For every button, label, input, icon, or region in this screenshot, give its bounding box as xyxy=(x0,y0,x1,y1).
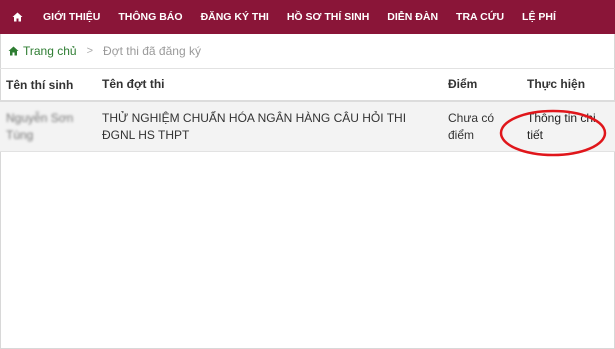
header-action: Thực hiện xyxy=(527,77,586,91)
nav-ho-so-thi-sinh[interactable]: HỒ SƠ THÍ SINH xyxy=(278,0,378,34)
breadcrumb: Trang chủ > Đợt thi đã đăng ký xyxy=(0,34,615,68)
exam-name: THỬ NGHIỆM CHUẨN HÓA NGÂN HÀNG CÂU HỎI T… xyxy=(102,110,407,142)
table-row: Nguyễn Sơn Tùng THỬ NGHIỆM CHUẨN HÓA NGÂ… xyxy=(0,102,615,152)
nav-thong-bao[interactable]: THÔNG BÁO xyxy=(109,0,191,34)
top-navbar: GIỚI THIỆU THÔNG BÁO ĐĂNG KÝ THI HỒ SƠ T… xyxy=(0,0,615,34)
nav-tra-cuu[interactable]: TRA CỨU xyxy=(447,0,513,34)
detail-info-link[interactable]: Thông tin chi tiết xyxy=(527,110,611,144)
table-header: Tên thí sinh Tên đợt thi Điểm Thực hiện xyxy=(0,68,615,102)
breadcrumb-home-label: Trang chủ xyxy=(23,44,77,58)
nav-dang-ky-thi[interactable]: ĐĂNG KÝ THI xyxy=(192,0,278,34)
header-score: Điểm xyxy=(448,77,478,91)
breadcrumb-separator: > xyxy=(86,45,94,57)
header-exam-name: Tên đợt thi xyxy=(102,77,165,91)
candidate-name: Nguyễn Sơn Tùng xyxy=(6,110,74,142)
nav-dien-dan[interactable]: DIỄN ĐÀN xyxy=(378,0,447,34)
registered-exams-table: Tên thí sinh Tên đợt thi Điểm Thực hiện … xyxy=(0,68,615,152)
score-value: Chưa có điểm xyxy=(448,110,495,142)
header-candidate-name: Tên thí sinh xyxy=(6,77,74,92)
nav-gioi-thieu[interactable]: GIỚI THIỆU xyxy=(34,0,109,34)
nav-home-button[interactable] xyxy=(0,0,34,34)
nav-le-phi[interactable]: LỆ PHÍ xyxy=(513,0,565,34)
home-icon xyxy=(12,12,22,22)
breadcrumb-home-link[interactable]: Trang chủ xyxy=(8,44,77,58)
breadcrumb-current: Đợt thi đã đăng ký xyxy=(103,44,201,58)
home-icon xyxy=(8,46,19,56)
